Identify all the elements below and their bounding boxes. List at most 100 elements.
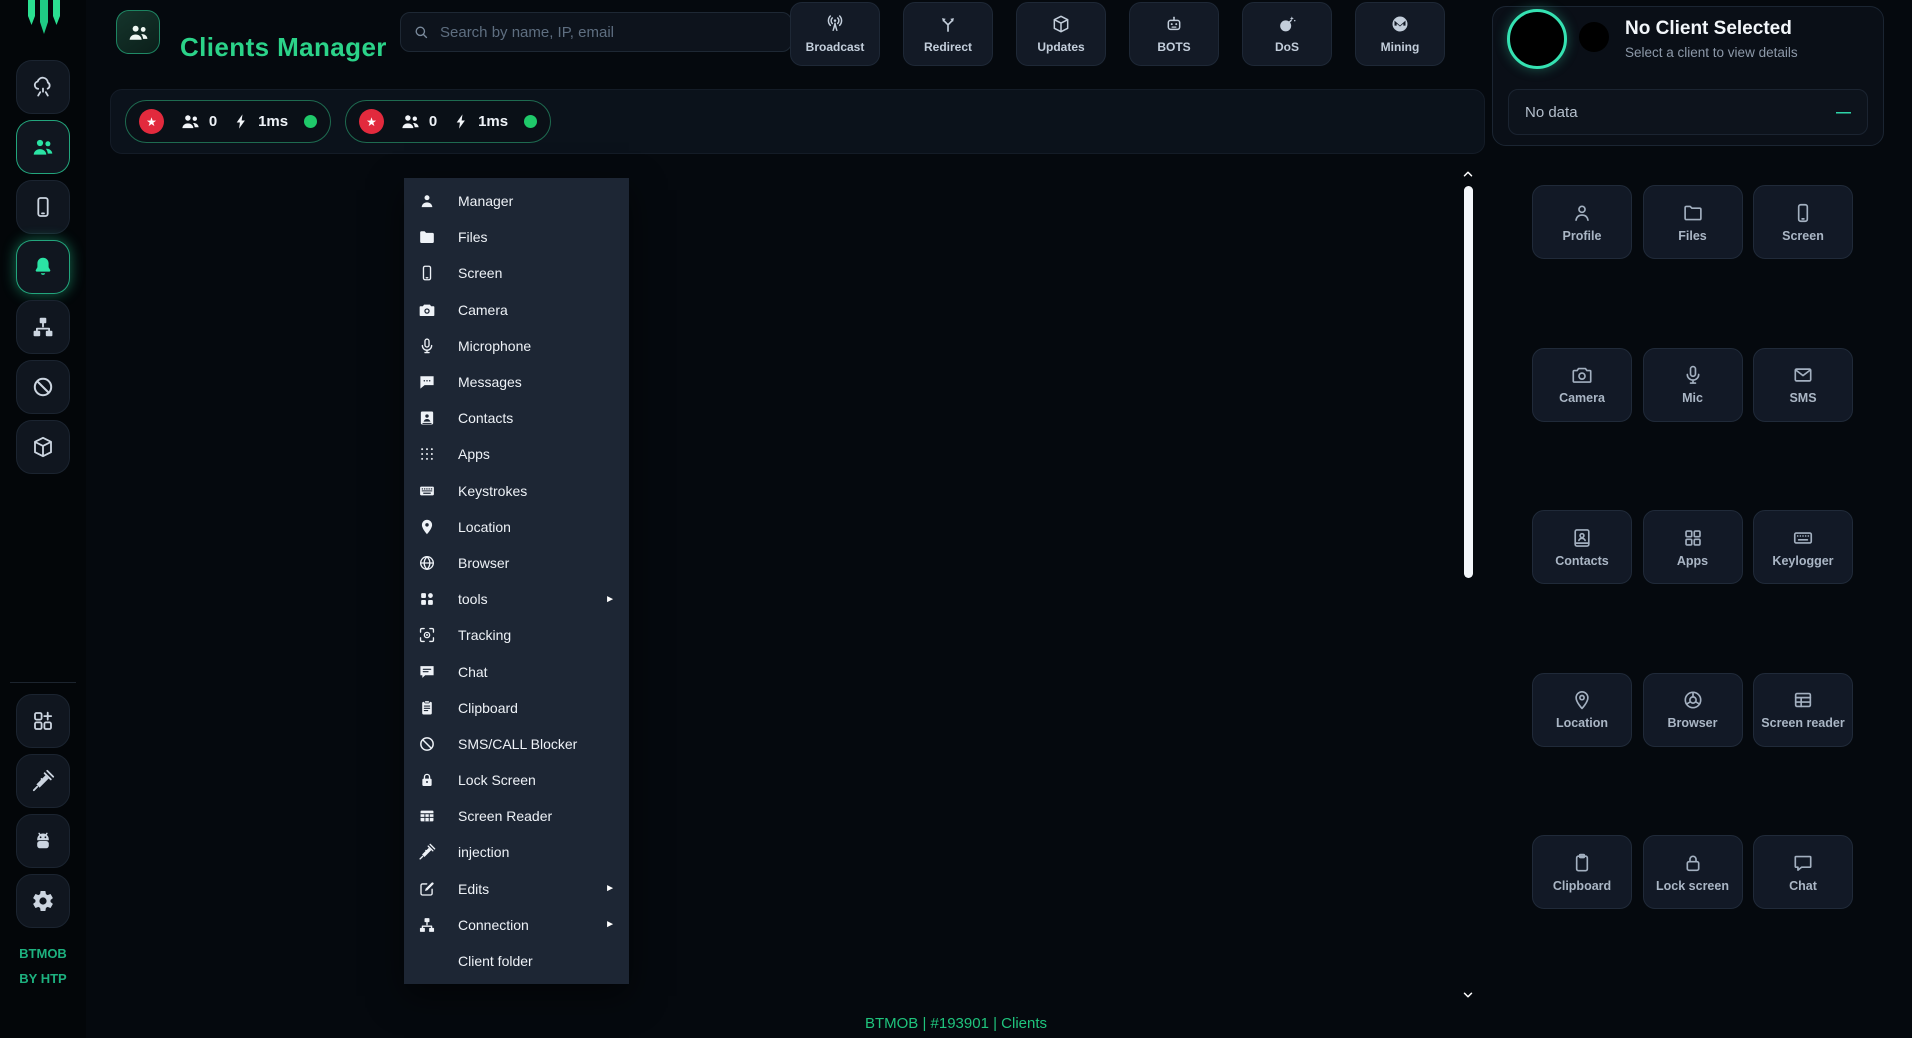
menu-item-injection[interactable]: injection	[404, 834, 629, 870]
chevron-up-icon[interactable]	[1459, 167, 1477, 181]
brand-line-1: BTMOB	[19, 946, 67, 961]
screen-reader-button[interactable]: Screen reader	[1753, 672, 1853, 747]
clipboard-button[interactable]: Clipboard	[1532, 835, 1632, 909]
sidebar-item-clients[interactable]	[16, 120, 70, 174]
bots-button[interactable]: BOTS	[1129, 2, 1219, 66]
grid-plus-icon	[31, 709, 55, 733]
menu-item-location[interactable]: Location	[404, 509, 629, 545]
sitemap-icon	[31, 315, 55, 339]
camera-button[interactable]: Camera	[1532, 347, 1632, 422]
menu-item-tracking[interactable]: Tracking	[404, 617, 629, 653]
grid-button-label: Apps	[1676, 553, 1709, 568]
updates-button[interactable]: Updates	[1016, 2, 1106, 66]
grid-button-label: Camera	[1559, 391, 1605, 405]
camera-icon	[418, 301, 436, 319]
latency-value: 1ms	[478, 113, 509, 130]
bell-icon	[31, 255, 55, 279]
profile-button[interactable]: Profile	[1532, 185, 1632, 259]
location-button[interactable]: Location	[1532, 672, 1632, 747]
browser-button[interactable]: Browser	[1642, 672, 1743, 747]
sms-button[interactable]: SMS	[1753, 347, 1853, 422]
envelope-icon	[1792, 364, 1814, 386]
cloud-network-icon	[31, 75, 55, 99]
search-input[interactable]	[438, 22, 779, 42]
menu-item-lock-screen[interactable]: Lock Screen	[404, 762, 629, 798]
sidebar-item-cloud[interactable]	[16, 60, 70, 114]
menu-item-connection[interactable]: Connection ►	[404, 907, 629, 943]
sidebar-item-builds[interactable]	[16, 420, 70, 474]
server-status-pill-2[interactable]: ★ 0 1ms	[345, 100, 551, 143]
menu-item-keystrokes[interactable]: Keystrokes	[404, 473, 629, 509]
sidebar-item-android[interactable]	[16, 814, 70, 868]
sidebar-item-notifications[interactable]	[16, 240, 70, 294]
sidebar-item-apps[interactable]	[16, 694, 70, 748]
menu-item-screen-reader[interactable]: Screen Reader	[404, 798, 629, 834]
folder-outline-icon	[1682, 202, 1704, 224]
menu-item-contacts[interactable]: Contacts	[404, 400, 629, 436]
menu-item-apps[interactable]: Apps	[404, 436, 629, 472]
files-button[interactable]: Files	[1642, 185, 1743, 259]
sidebar-item-settings[interactable]	[16, 874, 70, 928]
screen-button[interactable]: Screen	[1753, 185, 1853, 259]
footer-status: BTMOB | #193901 | Clients	[864, 1015, 1048, 1032]
menu-item-label: Connection	[458, 916, 529, 933]
robot-icon	[1164, 14, 1184, 34]
server-status-pill-1[interactable]: ★ 0 1ms	[125, 100, 331, 143]
menu-item-browser[interactable]: Browser	[404, 545, 629, 581]
redirect-button[interactable]: Redirect	[903, 2, 993, 66]
menu-item-microphone[interactable]: Microphone	[404, 328, 629, 364]
menu-item-label: Browser	[458, 554, 510, 571]
menu-item-chat[interactable]: Chat	[404, 653, 629, 689]
menu-item-tools[interactable]: tools ►	[404, 581, 629, 617]
menu-item-clipboard[interactable]: Clipboard	[404, 690, 629, 726]
minus-icon: —	[1836, 103, 1851, 121]
mic-icon	[1682, 364, 1704, 386]
menu-item-sms-call-blocker[interactable]: SMS/CALL Blocker	[404, 726, 629, 762]
contacts-button[interactable]: Contacts	[1532, 510, 1632, 584]
chevron-down-icon[interactable]	[1459, 988, 1477, 1002]
mining-button[interactable]: Mining	[1355, 2, 1445, 66]
dos-button[interactable]: DoS	[1242, 2, 1332, 66]
broadcast-button[interactable]: Broadcast	[790, 2, 880, 66]
apps-button[interactable]: Apps	[1642, 510, 1743, 584]
bomb-icon	[1277, 14, 1297, 34]
menu-item-files[interactable]: Files	[404, 219, 629, 255]
sidebar-item-injection[interactable]	[16, 754, 70, 808]
action-label: Redirect	[923, 40, 973, 54]
menu-item-client-folder[interactable]: Client folder	[404, 943, 629, 979]
menu-item-manager[interactable]: Manager	[404, 183, 629, 219]
grid-button-label: Files	[1678, 228, 1707, 243]
table-icon	[418, 807, 436, 825]
camera-outline-icon	[1571, 364, 1593, 386]
search-box[interactable]	[400, 12, 792, 52]
chat-button[interactable]: Chat	[1753, 835, 1853, 909]
table-outline-icon	[1792, 689, 1814, 711]
blank-icon	[418, 952, 436, 970]
menu-item-screen[interactable]: Screen	[404, 255, 629, 291]
menu-item-messages[interactable]: Messages	[404, 364, 629, 400]
keylogger-button[interactable]: Keylogger	[1753, 510, 1853, 584]
header-actions: Broadcast Redirect Updates BOTS DoS Mining	[790, 2, 1445, 66]
menu-item-camera[interactable]: Camera	[404, 292, 629, 328]
sidebar-item-blocked[interactable]	[16, 360, 70, 414]
app-icon-tile	[116, 10, 160, 54]
menu-item-edits[interactable]: Edits ►	[404, 871, 629, 907]
search-icon	[413, 24, 429, 40]
sidebar-item-devices[interactable]	[16, 180, 70, 234]
menu-item-label: Camera	[458, 301, 508, 318]
bolt-icon	[233, 113, 250, 130]
edit-icon	[418, 880, 436, 898]
brand-line-2: BY HTP	[19, 971, 67, 986]
menu-item-label: Clipboard	[458, 699, 518, 716]
menu-item-label: Messages	[458, 374, 522, 391]
menu-item-label: tools	[458, 591, 488, 608]
menu-item-label: Lock Screen	[458, 772, 536, 789]
client-subtitle: Select a client to view details	[1625, 45, 1798, 60]
avatar-secondary	[1579, 22, 1609, 52]
sidebar-item-connections[interactable]	[16, 300, 70, 354]
mic-button[interactable]: Mic	[1642, 347, 1743, 422]
scrollbar-thumb[interactable]	[1464, 186, 1473, 578]
menu-item-label: Contacts	[458, 410, 514, 427]
lock-screen-button[interactable]: Lock screen	[1642, 835, 1743, 909]
keyboard-icon	[418, 482, 436, 500]
